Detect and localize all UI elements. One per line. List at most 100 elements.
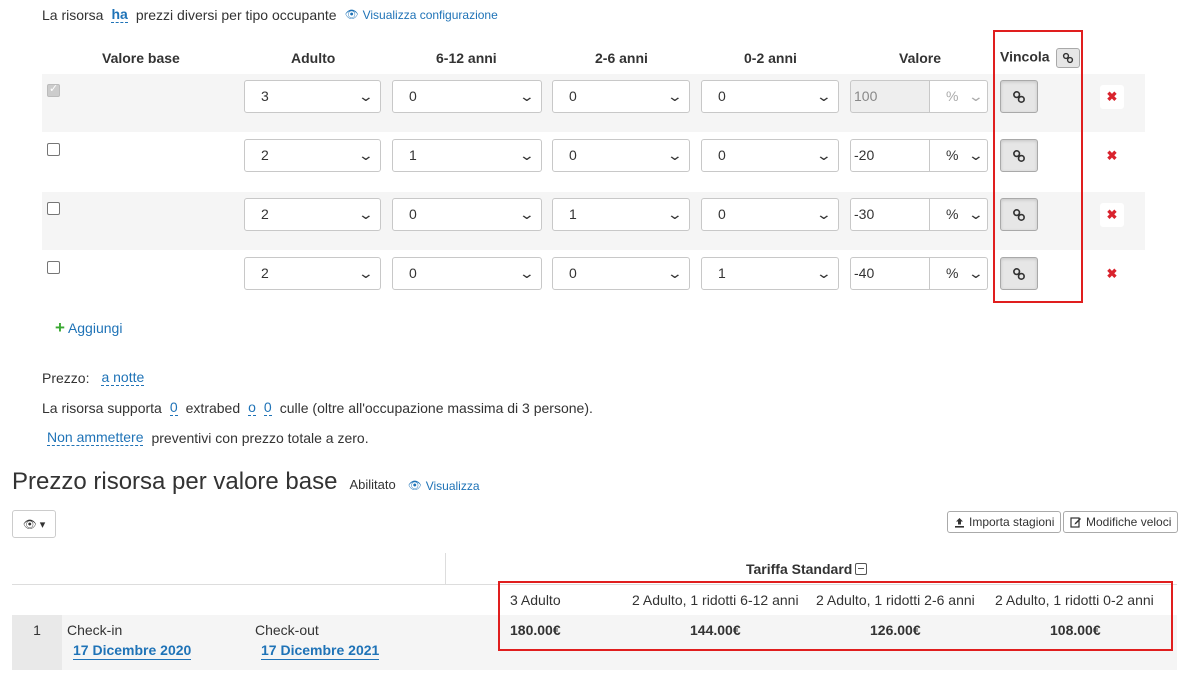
collapse-icon[interactable] bbox=[855, 563, 868, 575]
chevron-down-icon: ⌄ bbox=[357, 88, 375, 104]
modifiche-label: Modifiche veloci bbox=[1086, 515, 1172, 529]
c02-select[interactable]: 0 ⌄ bbox=[701, 80, 839, 113]
view-config-link[interactable]: 👁 Visualizza configurazione bbox=[345, 8, 498, 22]
base-value-checkbox[interactable] bbox=[47, 261, 60, 274]
eye-icon: 👁 bbox=[407, 480, 422, 492]
adulto-select[interactable]: 2 ⌄ bbox=[244, 257, 381, 290]
section-view-link[interactable]: 👁 Visualizza bbox=[408, 479, 480, 493]
price-column-header: 2 Adulto, 1 ridotti 6-12 anni bbox=[632, 592, 799, 608]
c26-select[interactable]: 1 ⌄ bbox=[552, 198, 690, 231]
c26-select[interactable]: 0 ⌄ bbox=[552, 257, 690, 290]
table-divider bbox=[12, 584, 1177, 585]
occupant-suffix: prezzi diversi per tipo occupante bbox=[135, 6, 337, 23]
price-cell[interactable]: 108.00€ bbox=[1050, 622, 1101, 638]
chevron-down-icon: ⌄ bbox=[518, 88, 536, 104]
section-title-text: Prezzo risorsa per valore base bbox=[12, 468, 338, 495]
delete-icon[interactable]: ✖ bbox=[1100, 85, 1124, 109]
c02-select[interactable]: 0 ⌄ bbox=[701, 139, 839, 172]
occupant-table: Valore base Adulto 6-12 anni 2-6 anni 0-… bbox=[42, 44, 1145, 74]
chevron-down-icon: ⌄ bbox=[518, 265, 536, 281]
checkin-date[interactable]: 17 Dicembre 2020 bbox=[73, 642, 192, 660]
add-button[interactable]: + Aggiungi bbox=[55, 318, 122, 337]
select-value: 1 bbox=[718, 265, 726, 281]
ammettere-line: Non ammettere preventivi con prezzo tota… bbox=[47, 429, 369, 446]
c612-select[interactable]: 0 ⌄ bbox=[392, 80, 542, 113]
row-number: 1 bbox=[12, 615, 62, 670]
culle-count[interactable]: 0 bbox=[263, 399, 272, 416]
vincola-button[interactable] bbox=[1000, 257, 1038, 290]
eye-icon: 👁 bbox=[344, 9, 359, 21]
supporta-or[interactable]: o bbox=[248, 399, 256, 416]
chevron-down-icon: ⌄ bbox=[967, 88, 985, 104]
adulto-select[interactable]: 2 ⌄ bbox=[244, 139, 381, 172]
select-value: 0 bbox=[718, 147, 726, 163]
ha-toggle[interactable]: ha bbox=[111, 6, 128, 23]
chevron-down-icon: ⌄ bbox=[967, 265, 985, 281]
section-status: Abilitato bbox=[349, 477, 396, 492]
vincola-button[interactable] bbox=[1000, 139, 1038, 172]
header-base: Valore base bbox=[102, 50, 180, 66]
table-row: 2 ⌄ 0 ⌄ 0 ⌄ 1 ⌄ -40% ⌄ ✖ bbox=[42, 251, 1145, 309]
chevron-down-icon: ⌄ bbox=[666, 265, 684, 281]
supporta-text-3: culle (oltre all'occupazione massima di … bbox=[279, 399, 593, 416]
c02-select[interactable]: 0 ⌄ bbox=[701, 198, 839, 231]
vincola-all-button[interactable] bbox=[1056, 48, 1081, 68]
vincola-button[interactable] bbox=[1000, 198, 1038, 231]
ammettere-link[interactable]: Non ammettere bbox=[47, 429, 144, 446]
delete-icon[interactable]: ✖ bbox=[1100, 262, 1124, 286]
link-icon bbox=[1013, 208, 1025, 221]
c26-select[interactable]: 0 ⌄ bbox=[552, 139, 690, 172]
c612-select[interactable]: 0 ⌄ bbox=[392, 198, 542, 231]
extrabed-count[interactable]: 0 bbox=[169, 399, 178, 416]
unit-select: % ⌄ bbox=[930, 80, 988, 113]
header-adulto: Adulto bbox=[291, 50, 336, 66]
base-value-checkbox bbox=[47, 82, 60, 97]
chevron-down-icon: ⌄ bbox=[967, 147, 985, 163]
chevron-down-icon: ⌄ bbox=[357, 147, 375, 163]
price-cell[interactable]: 180.00€ bbox=[510, 622, 561, 638]
prezzo-line: Prezzo: a notte bbox=[42, 369, 145, 386]
select-value: 3 bbox=[261, 88, 269, 104]
select-value: 0 bbox=[569, 147, 577, 163]
adulto-select[interactable]: 3 ⌄ bbox=[244, 80, 381, 113]
adulto-select[interactable]: 2 ⌄ bbox=[244, 198, 381, 231]
value-input[interactable]: -20 bbox=[850, 139, 930, 172]
importa-label: Importa stagioni bbox=[969, 515, 1055, 529]
header-vincola: Vincola bbox=[1000, 48, 1081, 68]
prezzo-label: Prezzo: bbox=[42, 369, 90, 386]
c02-select[interactable]: 1 ⌄ bbox=[701, 257, 839, 290]
table-row: 2 ⌄ 1 ⌄ 0 ⌄ 0 ⌄ -20% ⌄ ✖ bbox=[42, 133, 1145, 191]
c612-select[interactable]: 1 ⌄ bbox=[392, 139, 542, 172]
modifiche-veloci-button[interactable]: Modifiche veloci bbox=[1063, 511, 1179, 533]
price-cell[interactable]: 144.00€ bbox=[690, 622, 741, 638]
delete-icon[interactable]: ✖ bbox=[1100, 144, 1124, 168]
link-icon bbox=[1013, 267, 1025, 280]
importa-stagioni-button[interactable]: Importa stagioni bbox=[947, 511, 1062, 533]
value-input[interactable]: -40 bbox=[850, 257, 930, 290]
unit-select[interactable]: % ⌄ bbox=[930, 257, 988, 290]
unit-select[interactable]: % ⌄ bbox=[930, 198, 988, 231]
select-value: 0 bbox=[718, 206, 726, 222]
delete-icon[interactable]: ✖ bbox=[1100, 203, 1124, 227]
tariff-header[interactable]: Tariffa Standard bbox=[746, 561, 868, 577]
chevron-down-icon: ⌄ bbox=[815, 88, 833, 104]
base-value-checkbox[interactable] bbox=[47, 143, 60, 156]
select-value: 0 bbox=[569, 265, 577, 281]
select-value: 0 bbox=[718, 88, 726, 104]
c26-select[interactable]: 0 ⌄ bbox=[552, 80, 690, 113]
select-value: 1 bbox=[569, 206, 577, 222]
header-6-12: 6-12 anni bbox=[436, 50, 497, 66]
c612-select[interactable]: 0 ⌄ bbox=[392, 257, 542, 290]
prezzo-value[interactable]: a notte bbox=[101, 369, 145, 386]
visibility-dropdown[interactable]: 👁 ▾ bbox=[12, 510, 56, 538]
link-icon bbox=[1013, 149, 1025, 162]
vincola-button[interactable] bbox=[1000, 80, 1038, 113]
price-cell[interactable]: 126.00€ bbox=[870, 622, 921, 638]
base-value-checkbox[interactable] bbox=[47, 202, 60, 215]
checkout-date[interactable]: 17 Dicembre 2021 bbox=[261, 642, 380, 660]
chevron-down-icon: ⌄ bbox=[666, 206, 684, 222]
plus-icon: + bbox=[55, 318, 65, 337]
chevron-down-icon: ⌄ bbox=[357, 265, 375, 281]
unit-select[interactable]: % ⌄ bbox=[930, 139, 988, 172]
value-input[interactable]: -30 bbox=[850, 198, 930, 231]
